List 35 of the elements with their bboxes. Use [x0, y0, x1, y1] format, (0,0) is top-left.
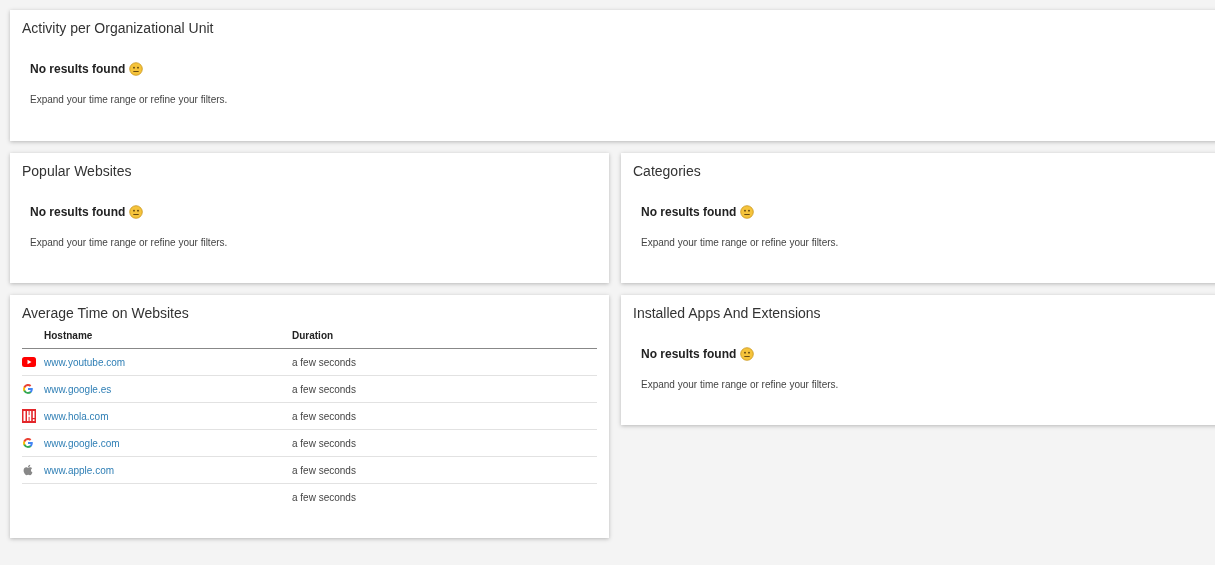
panel-title: Average Time on Websites	[22, 304, 190, 323]
no-results-heading: No results found	[641, 204, 737, 221]
bars-logo-icon	[22, 409, 36, 423]
duration-cell-text: a few seconds	[292, 436, 356, 451]
g-logo-icon	[22, 383, 34, 395]
play-logo-icon	[22, 357, 36, 367]
hint-text: Expand your time range or refine your filters.	[641, 236, 840, 250]
hostname-link[interactable]: www.hola.com	[44, 408, 109, 424]
apple-icon	[22, 464, 34, 476]
panel-title: Categories	[633, 162, 702, 181]
duration-cell-text: a few seconds	[292, 382, 356, 397]
duration-cell-text: a few seconds	[292, 355, 356, 370]
panel-title: Installed Apps And Extensions	[633, 304, 822, 323]
hostname-link[interactable]: www.google.es	[44, 381, 112, 397]
duration-cell-text: a few seconds	[292, 463, 356, 478]
hostname-link[interactable]: www.youtube.com	[44, 354, 126, 370]
hint-text: Expand your time range or refine your filters.	[641, 378, 840, 392]
hint-text: Expand your time range or refine your filters.	[30, 236, 229, 250]
hint-text: Expand your time range or refine your filters.	[30, 93, 229, 107]
duration-cell-text: a few seconds	[292, 491, 356, 505]
neutral-face-icon	[129, 62, 144, 76]
no-results-heading: No results found	[641, 346, 737, 363]
hostname-link[interactable]: www.apple.com	[44, 462, 115, 478]
column-header: Duration	[292, 330, 334, 341]
g-logo-icon	[22, 437, 34, 449]
neutral-face-icon	[740, 347, 755, 361]
neutral-face-icon	[740, 205, 755, 219]
panel-title: Popular Websites	[22, 162, 133, 181]
neutral-face-icon	[129, 205, 144, 219]
duration-cell-text: a few seconds	[292, 409, 356, 424]
column-header: Hostname	[44, 330, 93, 341]
no-results-heading: No results found	[30, 204, 126, 221]
hostname-link[interactable]: www.google.com	[44, 435, 120, 451]
no-results-heading: No results found	[30, 61, 126, 78]
panel-title: Activity per Organizational Unit	[22, 19, 215, 38]
